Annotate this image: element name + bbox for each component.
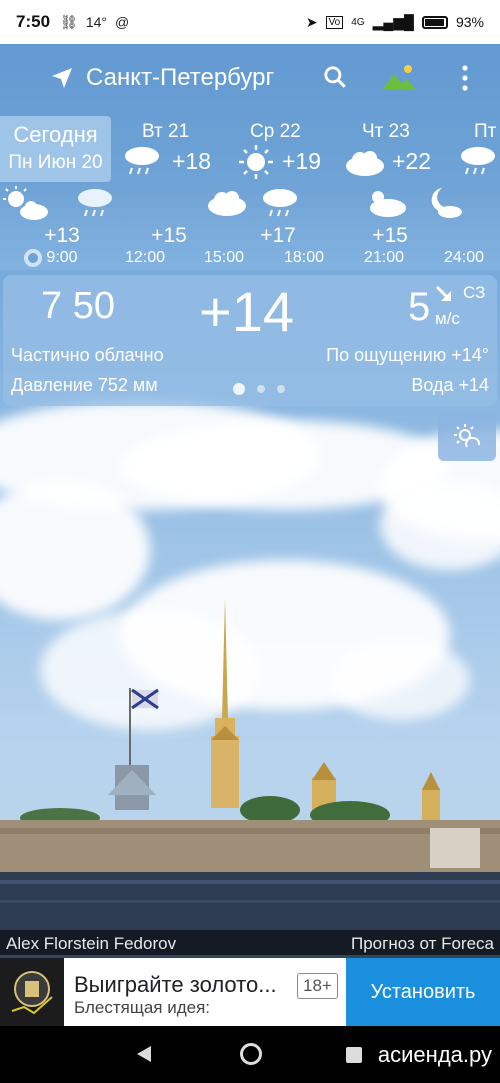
current-time: 7 50 xyxy=(41,285,115,327)
install-button[interactable]: Установить xyxy=(346,958,500,1026)
day-name: Пт xyxy=(474,121,497,142)
hour-time: 24:00 xyxy=(443,249,485,266)
more-options-icon[interactable] xyxy=(458,64,472,92)
forecast-provider[interactable]: Прогноз от Foreca xyxy=(351,934,494,954)
wind-unit: м/с xyxy=(435,309,460,328)
page-dot xyxy=(257,385,265,393)
hour-time: 18:00 xyxy=(283,249,325,266)
day-item[interactable]: Пт xyxy=(456,116,500,182)
ad-logo xyxy=(0,958,64,1026)
hour-temp: +13 xyxy=(44,224,80,247)
hour-temp: +17 xyxy=(260,224,296,247)
hour-time: 21:00 xyxy=(363,249,405,266)
day-name: Ср 22 xyxy=(250,121,301,142)
at-icon: @ xyxy=(114,14,130,30)
condition-text: Частично облачно xyxy=(11,345,164,365)
day-item[interactable]: Чт 23 +22 xyxy=(344,116,444,182)
current-hour-marker xyxy=(24,249,42,267)
light-rain-icon xyxy=(78,189,112,217)
day-temp: +18 xyxy=(172,148,212,174)
day-item[interactable]: Ср 22 +19 xyxy=(236,116,336,182)
water-temp-text: Вода +14 xyxy=(411,375,489,395)
weather-effects-button[interactable] xyxy=(438,413,496,461)
ad-subtitle: Блестящая идея: xyxy=(74,998,210,1017)
today-tab[interactable]: Сегодня Пн Июн 20 xyxy=(0,116,111,182)
cloud-icon xyxy=(208,191,246,216)
volte-icon: Vo xyxy=(325,15,344,29)
partly-cloudy-icon xyxy=(3,186,48,220)
day-temp: +19 xyxy=(282,148,322,174)
rain-icon xyxy=(461,147,495,175)
day-name: Чт 23 xyxy=(362,121,410,142)
cloud-icon xyxy=(346,151,384,176)
status-time: 7:50 xyxy=(16,12,51,31)
wind-direction-icon xyxy=(435,285,452,302)
navigation-bar: асиенда.ру xyxy=(0,1026,500,1083)
network-label: 4G xyxy=(351,16,365,28)
current-temp: +14 xyxy=(199,280,294,343)
wind-direction: СЗ xyxy=(463,283,486,302)
location-arrow-icon[interactable] xyxy=(50,66,74,90)
hour-temp: +15 xyxy=(151,224,187,247)
hourly-forecast[interactable]: +13 9:00 +15 12:00 15:00 +17 18:00 +15 2… xyxy=(0,182,500,270)
bank-logo-icon xyxy=(11,971,53,1015)
navigation-icon: ➤ xyxy=(305,13,318,30)
photographer-credit[interactable]: Alex Florstein Fedorov xyxy=(6,934,176,954)
page-dot xyxy=(277,385,285,393)
hour-time: 12:00 xyxy=(124,249,166,266)
battery-percent: 93% xyxy=(455,14,484,30)
sun-cloud-icon xyxy=(454,424,481,448)
partly-cloudy-icon xyxy=(370,191,406,217)
link-icon: ⛓ xyxy=(60,13,78,30)
page-dot-active xyxy=(233,383,245,395)
today-date: Пн Июн 20 xyxy=(8,152,103,173)
pressure-text: Давление 752 мм xyxy=(11,375,158,395)
rain-icon xyxy=(263,189,297,217)
sun-icon xyxy=(239,145,273,179)
day-item[interactable]: Вт 21 +18 xyxy=(122,116,222,182)
hour-temp: +15 xyxy=(372,224,408,247)
credits-bar: Alex Florstein Fedorov Прогноз от Foreca xyxy=(0,930,500,958)
recent-apps-icon[interactable] xyxy=(346,1047,362,1063)
day-name: Вт 21 xyxy=(142,121,190,142)
page-indicator xyxy=(233,383,285,395)
search-icon[interactable] xyxy=(322,64,348,90)
day-temp: +22 xyxy=(392,148,432,174)
ad-title: Выиграйте золото... xyxy=(74,972,277,997)
ad-banner[interactable]: Выиграйте золото... 18+ Блестящая идея: … xyxy=(0,958,500,1026)
feels-like-text: По ощущению +14° xyxy=(326,345,489,365)
moon-cloud-icon xyxy=(431,188,462,218)
current-conditions-card[interactable]: 7 50 +14 5 СЗ м/с Частично облачно По ощ… xyxy=(3,275,497,406)
wind-speed: 5 xyxy=(408,285,431,329)
landscape-photo-icon[interactable] xyxy=(380,62,418,92)
watermark: асиенда.ру xyxy=(377,1042,492,1067)
signal-icon: ▂▄▆█ xyxy=(372,13,414,30)
hour-time: 15:00 xyxy=(203,249,245,266)
city-name[interactable]: Санкт-Петербург xyxy=(86,64,274,92)
status-bar: 7:50 ⛓ 14° @ ➤ Vo 4G ▂▄▆█ 93% xyxy=(0,0,500,44)
app-bar: Санкт-Петербург xyxy=(0,44,500,112)
status-temp: 14° xyxy=(85,14,107,30)
back-icon[interactable] xyxy=(136,1045,152,1063)
today-label: Сегодня xyxy=(13,122,98,147)
daily-forecast: Сегодня Пн Июн 20 Вт 21 +18 Ср 22 +19 Чт… xyxy=(0,116,500,182)
age-rating-badge: 18+ xyxy=(297,973,338,999)
home-icon[interactable] xyxy=(240,1043,262,1065)
battery-icon xyxy=(421,15,448,29)
rain-icon xyxy=(125,147,159,175)
